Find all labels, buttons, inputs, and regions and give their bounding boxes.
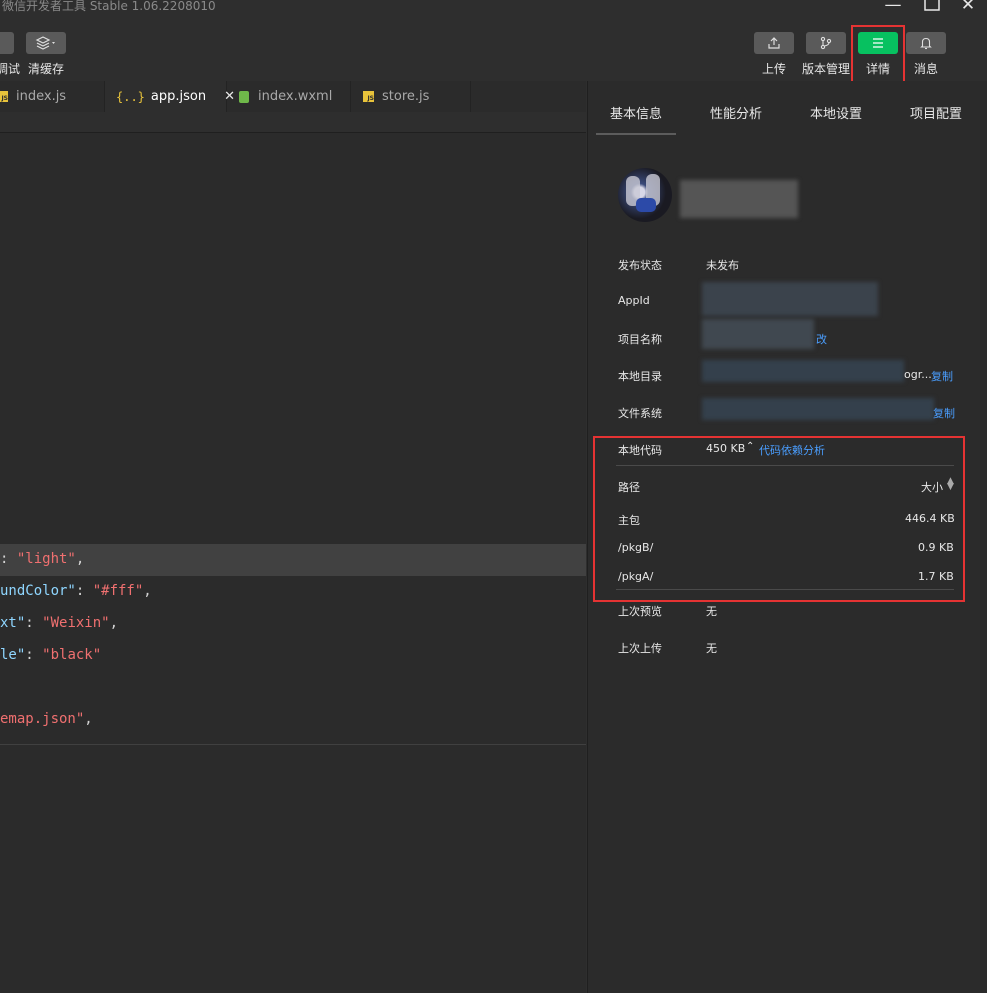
editor-divider (0, 744, 586, 745)
bell-icon (920, 37, 932, 50)
code-line: le": "black" (0, 647, 102, 663)
tab-index-js[interactable]: JS index.js (0, 81, 105, 112)
clear-cache-button[interactable] (26, 32, 66, 54)
publish-status-value: 未发布 (706, 259, 739, 272)
dependency-analysis-link[interactable]: 代码依赖分析 (759, 442, 825, 458)
tab-label: store.js (382, 89, 430, 104)
package-path: 主包 (618, 514, 640, 527)
path-column-header: 路径 (618, 481, 640, 494)
window-title: 微信开发者工具 Stable 1.06.2208010 (2, 0, 216, 13)
debug-label: 调试 (0, 62, 21, 76)
local-code-label: 本地代码 (618, 444, 662, 457)
debug-button[interactable]: ≡ (0, 32, 14, 54)
package-path: /pkgB/ (618, 541, 654, 554)
package-size: 446.4 KB (905, 512, 955, 525)
messages-label: 消息 (914, 62, 939, 76)
local-code-size: 450 KB (706, 442, 746, 455)
code-line: : "light", (0, 551, 85, 567)
messages-button[interactable] (906, 32, 946, 54)
upload-icon (768, 37, 780, 49)
file-system-label: 文件系统 (618, 407, 662, 420)
upload-button[interactable] (754, 32, 794, 54)
code-line: xt": "Weixin", (0, 615, 119, 631)
package-path: /pkgA/ (618, 570, 654, 583)
minimize-icon[interactable]: — (880, 0, 906, 16)
copy-dir-link[interactable]: 复制 (931, 368, 953, 384)
js-file-icon: JS (0, 91, 8, 102)
last-upload-label: 上次上传 (618, 642, 662, 655)
local-dir-redacted (702, 360, 904, 382)
local-dir-label: 本地目录 (618, 370, 662, 383)
size-column-header[interactable]: 大小 (921, 479, 943, 495)
tab-label: app.json (150, 89, 207, 104)
tab-project-config[interactable]: 项目配置 (910, 103, 962, 122)
json-file-icon: {..} (116, 89, 145, 104)
git-branch-icon (820, 36, 832, 50)
rename-link[interactable]: 改 (816, 331, 827, 347)
tab-app-json[interactable]: {..} app.json ✕ (105, 81, 235, 112)
last-preview-label: 上次预览 (618, 605, 662, 618)
details-highlight-box (851, 25, 905, 87)
project-name-label: 项目名称 (618, 333, 662, 346)
code-line: undColor": "#fff", (0, 583, 152, 599)
upload-label: 上传 (762, 62, 787, 76)
project-name-redacted (702, 319, 814, 349)
active-tab-underline (596, 133, 676, 135)
tab-basic-info[interactable]: 基本信息 (610, 103, 662, 122)
local-dir-value-tail: ogr... (904, 368, 932, 381)
chevron-up-icon[interactable]: ⌃ (746, 441, 754, 452)
title-bar: 微信开发者工具 Stable 1.06.2208010 — ✕ (0, 0, 987, 22)
tab-store-js[interactable]: JS store.js (351, 81, 471, 112)
layers-icon (35, 36, 55, 50)
avatar (618, 168, 672, 222)
account-name-redacted (680, 180, 798, 218)
package-size: 1.7 KB (918, 570, 954, 583)
appid-value-redacted (702, 282, 878, 316)
code-line: emap.json", (0, 711, 93, 727)
version-control-button[interactable] (806, 32, 846, 54)
tab-performance[interactable]: 性能分析 (710, 103, 762, 122)
table-divider (616, 589, 954, 590)
copy-fs-link[interactable]: 复制 (933, 405, 955, 421)
js-file-icon: JS (363, 91, 374, 102)
clear-cache-label: 清缓存 (28, 62, 65, 76)
tab-label: index.wxml (258, 89, 333, 104)
package-size: 0.9 KB (918, 541, 954, 554)
tab-index-wxml[interactable]: index.wxml (227, 81, 351, 112)
table-divider (616, 465, 954, 466)
last-preview-value: 无 (706, 605, 717, 618)
code-editor[interactable]: : "light", undColor": "#fff", xt": "Weix… (0, 112, 586, 993)
close-icon[interactable]: ✕ (955, 0, 981, 16)
current-line-highlight (0, 544, 586, 576)
editor-breadcrumb-bar (0, 112, 586, 133)
version-control-label: 版本管理 (802, 62, 851, 76)
maximize-icon[interactable] (919, 0, 945, 16)
tab-label: index.js (16, 89, 67, 104)
appid-label: AppId (618, 294, 650, 307)
wxml-file-icon (239, 90, 249, 103)
sort-icon[interactable]: ▲ ▼ (947, 477, 954, 492)
toolbar: ≡ 调试 清缓存 上传 版本管理 详情 (0, 22, 987, 87)
editor-tab-bar: JS index.js {..} app.json ✕ index.wxml J… (0, 81, 586, 112)
tab-local-settings[interactable]: 本地设置 (810, 103, 862, 122)
publish-status-label: 发布状态 (618, 259, 662, 272)
last-upload-value: 无 (706, 642, 717, 655)
file-system-redacted (702, 398, 934, 420)
